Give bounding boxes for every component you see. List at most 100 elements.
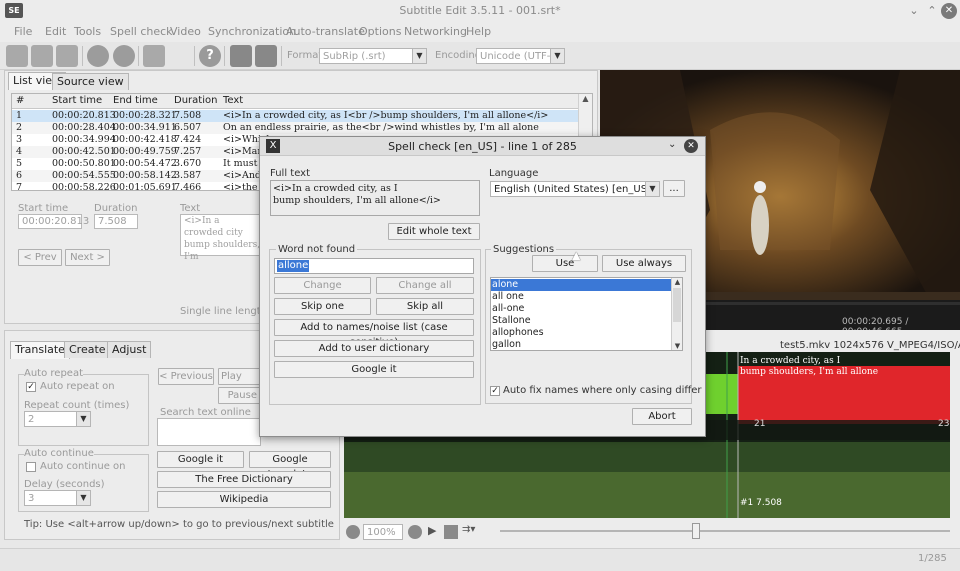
list-item[interactable]: all one xyxy=(492,291,524,303)
prev-button[interactable]: < Prev xyxy=(18,249,62,266)
tab-adjust[interactable]: Adjust xyxy=(107,341,152,358)
format-select[interactable]: SubRip (.srt) ▼ xyxy=(319,48,427,64)
use-button[interactable]: Use xyxy=(532,255,598,272)
row-duration: 7.424 xyxy=(174,134,202,145)
text-label: Text xyxy=(180,203,201,214)
dialog-minimize-button[interactable]: ⌄ xyxy=(668,139,676,150)
add-to-names-button[interactable]: Add to names/noise list (case sensitive) xyxy=(274,319,474,348)
new-icon[interactable] xyxy=(6,45,28,67)
column-header[interactable]: Start time xyxy=(52,95,102,106)
menu-auto-translate[interactable]: Auto-translate xyxy=(286,25,365,38)
google-translate-button[interactable]: Google translate xyxy=(249,451,331,480)
suggestions-scrollbar[interactable]: ▲ ▼ xyxy=(671,278,682,350)
fix-icon[interactable] xyxy=(143,45,165,67)
list-item[interactable]: alone xyxy=(491,279,671,291)
position-track[interactable] xyxy=(500,530,950,532)
change-button[interactable]: Change xyxy=(274,277,371,294)
chevron-down-icon: ▼ xyxy=(674,342,681,350)
change-all-button[interactable]: Change all xyxy=(376,277,474,294)
repeat-count-select[interactable]: 2 ▼ xyxy=(24,411,91,427)
zoom-out-icon[interactable] xyxy=(346,525,360,539)
use-always-button[interactable]: Use always xyxy=(602,255,686,272)
close-button[interactable]: ✕ xyxy=(941,3,957,19)
free-dictionary-button[interactable]: The Free Dictionary xyxy=(157,471,331,488)
replace-icon[interactable] xyxy=(113,45,135,67)
menu-networking[interactable]: Networking xyxy=(404,25,467,38)
list-item[interactable]: Stallone xyxy=(492,315,531,327)
table-row[interactable]: 1 00:00:20.813 00:00:28.321 7.508 <i>In … xyxy=(12,110,578,122)
full-text-label: Full text xyxy=(270,168,311,179)
zoom-select[interactable]: 100% xyxy=(363,524,403,540)
menu-video[interactable]: Video xyxy=(170,25,201,38)
zoom-in-icon[interactable] xyxy=(408,525,422,539)
start-time-input[interactable]: 00:00:20.813 xyxy=(18,214,89,229)
add-to-user-dictionary-button[interactable]: Add to user dictionary xyxy=(274,340,474,357)
table-row[interactable]: 2 00:00:28.404 00:00:34.911 6.507 On an … xyxy=(12,122,578,134)
open-icon[interactable] xyxy=(31,45,53,67)
auto-fix-checkbox[interactable]: ✓ xyxy=(490,386,500,396)
toolbar-separator xyxy=(194,46,195,66)
row-duration: 6.507 xyxy=(174,122,202,133)
menu-tools[interactable]: Tools xyxy=(74,25,101,38)
language-browse-button[interactable]: ... xyxy=(663,180,685,197)
list-item[interactable]: gallon xyxy=(492,339,521,350)
row-end-time: 00:00:54.472 xyxy=(113,158,177,169)
column-header[interactable]: End time xyxy=(113,95,158,106)
menu-synchronization[interactable]: Synchronization xyxy=(208,25,296,38)
help-icon[interactable]: ? xyxy=(199,45,221,67)
encoding-select[interactable]: Unicode (UTF-8) ▼ xyxy=(476,48,565,64)
abort-button[interactable]: Abort xyxy=(632,408,692,425)
edit-whole-text-button[interactable]: Edit whole text xyxy=(388,223,480,240)
suggestions-list[interactable]: alone all one all-one Stallone allophone… xyxy=(490,277,683,351)
find-icon[interactable] xyxy=(87,45,109,67)
list-item[interactable]: allophones xyxy=(492,327,544,339)
word-input[interactable]: allone xyxy=(274,258,474,274)
delay-select[interactable]: 3 ▼ xyxy=(24,490,91,506)
visual-sync-icon[interactable] xyxy=(230,45,252,67)
word-value: allone xyxy=(277,260,310,272)
tab-create[interactable]: Create xyxy=(64,341,111,358)
pause-button[interactable]: Pause xyxy=(218,387,262,404)
language-select[interactable]: English (United States) [en_US] ▼ xyxy=(490,181,660,197)
wikipedia-button[interactable]: Wikipedia xyxy=(157,491,331,508)
tab-source-view[interactable]: Source view xyxy=(52,73,129,90)
column-header[interactable]: Duration xyxy=(174,95,217,106)
menu-help[interactable]: Help xyxy=(466,25,491,38)
text-editor[interactable]: <i>In a crowded city bump shoulders, I'm xyxy=(180,214,262,262)
auto-continue-checkbox[interactable] xyxy=(26,462,36,472)
play-current-button[interactable]: Play current xyxy=(218,368,262,385)
scrollbar-thumb[interactable] xyxy=(673,288,681,322)
subtitle-icon[interactable] xyxy=(255,45,277,67)
fast-forward-icon[interactable]: ⇉▾ xyxy=(462,524,475,535)
toolbar-separator xyxy=(138,46,139,66)
column-header[interactable]: # xyxy=(16,95,24,106)
duration-input[interactable]: 7.508 xyxy=(94,214,138,229)
menu-edit[interactable]: Edit xyxy=(45,25,66,38)
column-header[interactable]: Text xyxy=(223,95,243,106)
maximize-button[interactable]: ⌃ xyxy=(924,3,940,19)
play-icon[interactable]: ▶ xyxy=(428,524,436,537)
row-start-time: 00:00:50.801 xyxy=(52,158,116,169)
menu-file[interactable]: File xyxy=(14,25,32,38)
auto-repeat-checkbox[interactable]: ✓ xyxy=(26,382,36,392)
save-icon[interactable] xyxy=(56,45,78,67)
position-slider-handle[interactable] xyxy=(692,523,700,539)
menu-options[interactable]: Options xyxy=(359,25,401,38)
full-text-box[interactable]: <i>In a crowded city, as I bump shoulder… xyxy=(270,180,480,216)
search-online-input[interactable] xyxy=(157,418,261,446)
tab-translate[interactable]: Translate xyxy=(10,341,70,359)
skip-all-button[interactable]: Skip all xyxy=(376,298,474,315)
next-button[interactable]: Next > xyxy=(65,249,110,266)
minimize-button[interactable]: ⌄ xyxy=(906,3,922,19)
google-it-button[interactable]: Google it xyxy=(157,451,244,468)
grid-icon[interactable] xyxy=(444,525,458,539)
previous-button[interactable]: < Previous xyxy=(158,368,214,385)
toolbar-separator xyxy=(224,46,225,66)
menu-spell-check[interactable]: Spell check xyxy=(110,25,173,38)
auto-continue-group-label: Auto continue xyxy=(24,448,94,459)
chevron-down-icon: ▼ xyxy=(76,491,90,505)
skip-one-button[interactable]: Skip one xyxy=(274,298,371,315)
list-item[interactable]: all-one xyxy=(492,303,524,315)
google-it-button[interactable]: Google it xyxy=(274,361,474,378)
dialog-close-button[interactable]: ✕ xyxy=(684,139,698,153)
